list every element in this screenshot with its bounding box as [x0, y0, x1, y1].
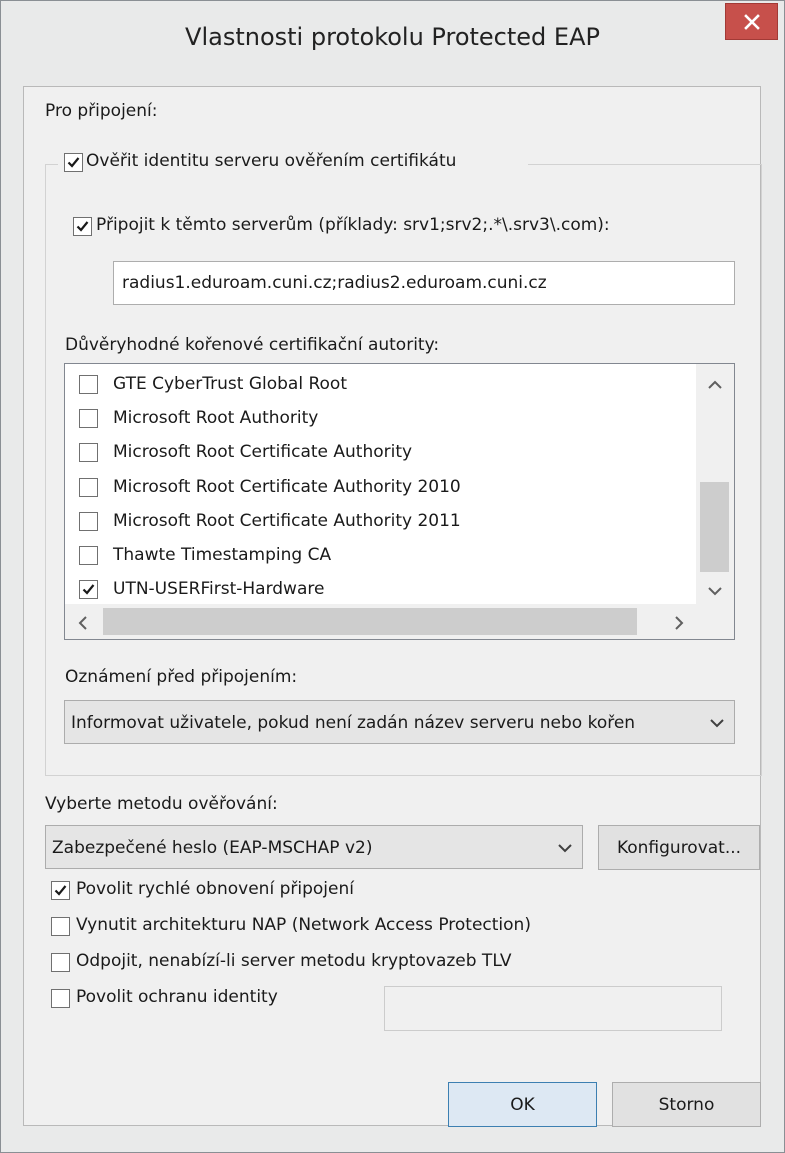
horizontal-scrollbar[interactable] [65, 604, 696, 639]
scroll-corner [696, 604, 734, 639]
list-item[interactable]: GTE CyberTrust Global Root [65, 369, 685, 402]
vertical-scroll-thumb[interactable] [700, 482, 729, 572]
configure-button[interactable]: Konfigurovat... [598, 825, 760, 870]
ca-label: UTN-USERFirst-Hardware [113, 579, 325, 599]
list-item[interactable]: UTN-USERFirst-Hardware [65, 574, 685, 607]
auth-method-label: Vyberte metodu ověřování: [45, 794, 278, 814]
list-item[interactable]: Microsoft Root Certificate Authority [65, 437, 685, 470]
trusted-ca-listbox[interactable]: GTE CyberTrust Global Root Microsoft Roo… [64, 363, 735, 640]
verify-cert-label[interactable]: Ověřit identitu serveru ověřením certifi… [86, 151, 456, 171]
ca-checkbox[interactable] [79, 478, 98, 497]
chevron-down-icon [558, 844, 572, 853]
scroll-left-icon[interactable] [78, 616, 88, 630]
ca-checkbox[interactable] [79, 443, 98, 462]
ca-label: Microsoft Root Certificate Authority [113, 442, 413, 462]
scroll-down-icon[interactable] [708, 586, 722, 596]
checkmark-icon [67, 157, 80, 168]
scroll-right-icon[interactable] [674, 616, 684, 630]
identity-privacy-label[interactable]: Povolit ochranu identity [76, 987, 278, 1007]
ca-label: Thawte Timestamping CA [113, 545, 332, 565]
enforce-nap-label[interactable]: Vynutit architekturu NAP (Network Access… [76, 915, 531, 935]
identity-privacy-checkbox[interactable] [51, 989, 70, 1008]
scroll-up-icon[interactable] [708, 380, 722, 390]
servers-input[interactable]: radius1.eduroam.cuni.cz;radius2.eduroam.… [113, 261, 735, 305]
connect-servers-checkbox[interactable] [73, 217, 92, 236]
close-icon [743, 13, 760, 30]
ca-label: Microsoft Root Certificate Authority 201… [113, 477, 461, 497]
title-bar[interactable]: Vlastnosti protokolu Protected EAP [1, 1, 784, 87]
list-item[interactable]: Microsoft Root Certificate Authority 201… [65, 472, 685, 505]
ca-checkbox[interactable] [79, 580, 98, 599]
ca-checkbox[interactable] [79, 546, 98, 565]
ca-checkbox[interactable] [79, 512, 98, 531]
ca-label: GTE CyberTrust Global Root [113, 374, 347, 394]
connect-servers-label[interactable]: Připojit k těmto serverům (příklady: srv… [96, 215, 610, 235]
notification-select-value: Informovat uživatele, pokud není zadán n… [71, 713, 636, 733]
list-item[interactable]: Thawte Timestamping CA [65, 540, 685, 573]
auth-method-select-value: Zabezpečené heslo (EAP-MSCHAP v2) [52, 838, 373, 858]
ok-button[interactable]: OK [448, 1082, 597, 1127]
fast-reconnect-label[interactable]: Povolit rychlé obnovení připojení [76, 879, 354, 899]
notification-label: Oznámení před připojením: [65, 667, 298, 687]
fast-reconnect-checkbox[interactable] [51, 881, 70, 900]
verify-cert-checkbox[interactable] [64, 153, 83, 172]
window-title: Vlastnosti protokolu Protected EAP [185, 23, 600, 51]
disconnect-tlv-checkbox[interactable] [51, 953, 70, 972]
horizontal-scroll-thumb[interactable] [103, 608, 637, 635]
ca-checkbox[interactable] [79, 375, 98, 394]
trusted-ca-label: Důvěryhodné kořenové certifikační autori… [65, 335, 440, 355]
list-item[interactable]: Microsoft Root Certificate Authority 201… [65, 506, 685, 539]
servers-input-value: radius1.eduroam.cuni.cz;radius2.eduroam.… [122, 273, 547, 293]
ca-label: Microsoft Root Certificate Authority 201… [113, 511, 461, 531]
notification-select[interactable]: Informovat uživatele, pokud není zadán n… [64, 700, 735, 744]
vertical-scrollbar[interactable] [696, 364, 734, 604]
ca-label: Microsoft Root Authority [113, 408, 319, 428]
auth-method-select[interactable]: Zabezpečené heslo (EAP-MSCHAP v2) [45, 825, 583, 869]
ca-checkbox[interactable] [79, 409, 98, 428]
enforce-nap-checkbox[interactable] [51, 917, 70, 936]
checkmark-icon [54, 885, 67, 896]
checkmark-icon [82, 584, 95, 595]
checkmark-icon [76, 221, 89, 232]
chevron-down-icon [710, 719, 724, 728]
connection-label: Pro připojení: [45, 101, 158, 121]
disconnect-tlv-label[interactable]: Odpojit, nenabízí-li server metodu krypt… [76, 951, 512, 971]
cancel-button[interactable]: Storno [612, 1082, 761, 1127]
list-item[interactable]: Microsoft Root Authority [65, 403, 685, 436]
close-button[interactable] [725, 3, 778, 40]
identity-privacy-input [384, 986, 722, 1031]
